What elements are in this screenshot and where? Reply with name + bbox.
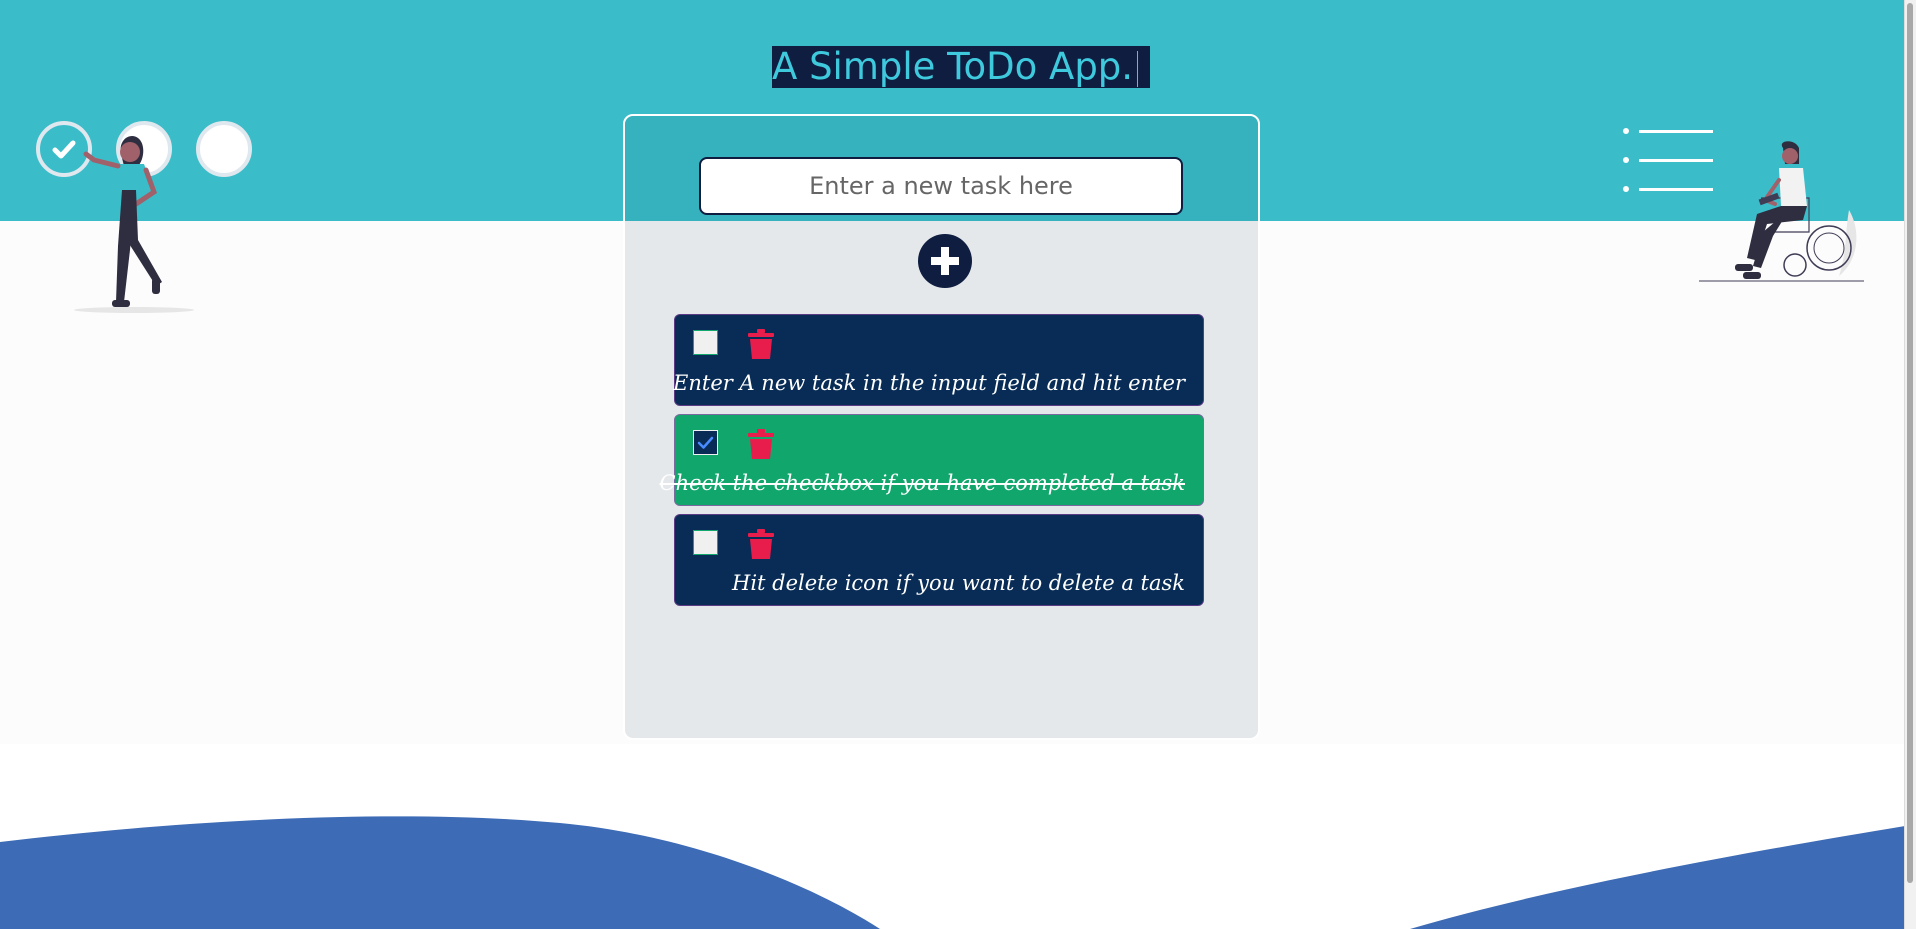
- scrollbar-thumb[interactable]: [1907, 3, 1913, 883]
- check-icon: [697, 436, 714, 449]
- plus-icon: [931, 247, 959, 275]
- todo-item: Hit delete icon if you want to delete a …: [674, 514, 1204, 606]
- todo-card: Enter A new task in the input field and …: [623, 114, 1260, 740]
- page-title-text: A Simple ToDo App.: [772, 45, 1134, 88]
- empty-circle-icon: [196, 121, 252, 177]
- page-scrollbar[interactable]: [1904, 0, 1916, 929]
- text-cursor: [1137, 50, 1139, 87]
- task-text: Hit delete icon if you want to delete a …: [732, 571, 1185, 595]
- trash-icon[interactable]: [747, 529, 775, 559]
- walking-woman-illustration: [74, 136, 194, 313]
- todo-item-completed: Check the checkbox if you have completed…: [660, 414, 1204, 506]
- wheelchair-woman-illustration: [1699, 141, 1864, 282]
- page-title: A Simple ToDo App.: [772, 45, 1151, 88]
- task-text: Check the checkbox if you have completed…: [659, 471, 1185, 495]
- task-checkbox[interactable]: [693, 330, 718, 355]
- bottom-wave: [0, 816, 1905, 929]
- task-checkbox-checked[interactable]: [693, 430, 718, 455]
- add-task-button[interactable]: [918, 234, 972, 288]
- trash-icon[interactable]: [747, 429, 775, 459]
- task-text: Enter A new task in the input field and …: [673, 371, 1185, 395]
- trash-icon[interactable]: [747, 329, 775, 359]
- task-checkbox[interactable]: [693, 530, 718, 555]
- new-task-input[interactable]: [699, 157, 1183, 215]
- todo-item: Enter A new task in the input field and …: [673, 314, 1204, 406]
